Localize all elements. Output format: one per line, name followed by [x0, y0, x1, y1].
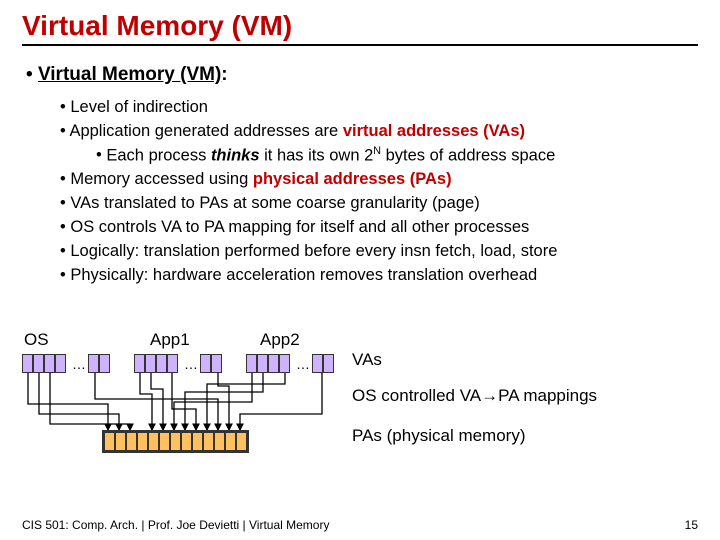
text: Application generated addresses are [69, 122, 342, 140]
emph-pa: physical addresses (PAs) [253, 170, 452, 188]
app1-label: App1 [150, 330, 190, 350]
pa-cells [102, 430, 249, 453]
slide-footer: CIS 501: Comp. Arch. | Prof. Joe Deviett… [22, 518, 698, 532]
header-bullet-colon: : [221, 64, 227, 85]
text: Memory accessed using [70, 170, 253, 188]
vas-label: VAs [352, 350, 382, 370]
superscript-n: N [373, 145, 381, 157]
page-title: Virtual Memory (VM) [22, 10, 698, 46]
sub-list: Each process thinks it has its own 2N by… [96, 144, 698, 168]
text: it has its own 2 [260, 146, 374, 164]
list-item: Application generated addresses are virt… [60, 120, 698, 168]
emph-va: virtual addresses (VAs) [343, 122, 525, 140]
emph-thinks: thinks [211, 146, 260, 164]
text: Each process [106, 146, 211, 164]
list-item: Each process thinks it has its own 2N by… [96, 144, 698, 168]
bullet-level1: Virtual Memory (VM): [26, 64, 698, 86]
map-label: OS controlled VA→PA mappings [352, 386, 597, 406]
list-item: Level of indirection [60, 96, 698, 120]
os-label: OS [24, 330, 49, 350]
list-item: OS controls VA to PA mapping for itself … [60, 216, 698, 240]
list-item: Memory accessed using physical addresses… [60, 168, 698, 192]
text: bytes of address space [381, 146, 555, 164]
vm-diagram: OS App1 App2 … … … VAs OS controlled VA→… [22, 330, 698, 490]
pas-label: PAs (physical memory) [352, 426, 526, 446]
mapping-svg [22, 354, 342, 474]
footer-text: CIS 501: Comp. Arch. | Prof. Joe Deviett… [22, 518, 329, 532]
list-item: Physically: hardware acceleration remove… [60, 264, 698, 288]
list-item: Logically: translation performed before … [60, 240, 698, 264]
bullet-list: Level of indirection Application generat… [60, 96, 698, 288]
header-bullet-text: Virtual Memory (VM) [38, 64, 221, 85]
page-number: 15 [685, 518, 698, 532]
list-item: VAs translated to PAs at some coarse gra… [60, 192, 698, 216]
app2-label: App2 [260, 330, 300, 350]
